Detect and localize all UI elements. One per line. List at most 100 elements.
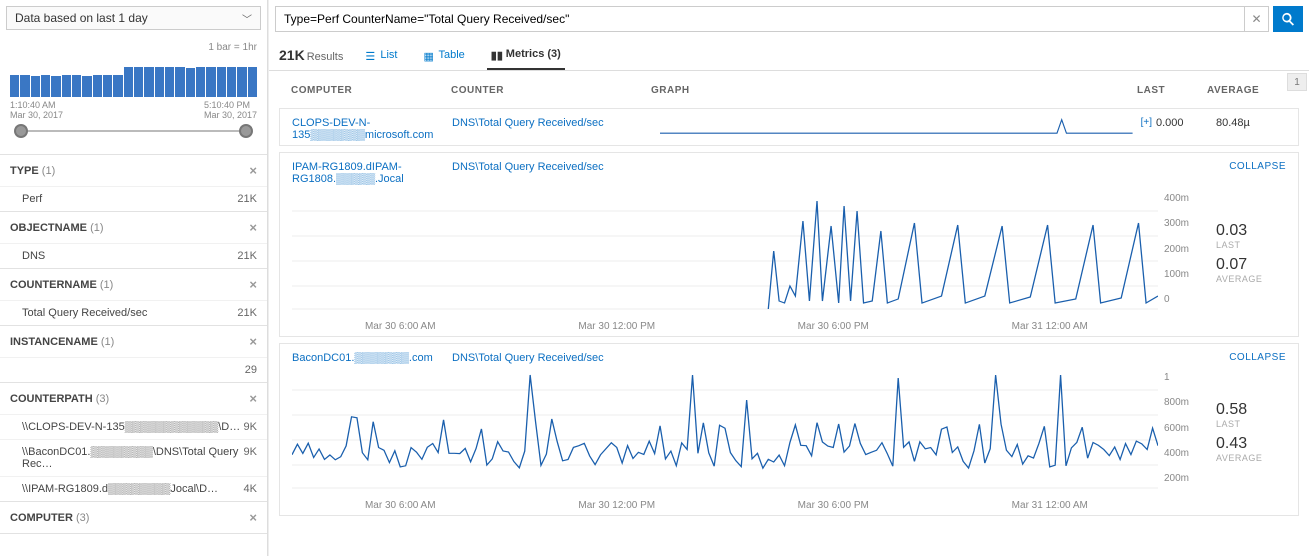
overview-bar[interactable] [103, 75, 112, 97]
search-bar: ✕ [275, 6, 1303, 32]
result-count: 21K [279, 47, 305, 63]
metric-row-collapsed: CLOPS-DEV-N-135▒▒▒▒▒▒▒microsoft.com DNS\… [279, 108, 1299, 146]
time-slider[interactable] [14, 122, 253, 140]
computer-link[interactable]: CLOPS-DEV-N-135▒▒▒▒▒▒▒microsoft.com [292, 117, 452, 141]
overview-bar[interactable] [144, 67, 153, 97]
sparkline [660, 117, 1133, 135]
overview-bar[interactable] [124, 67, 133, 97]
overview-bar[interactable] [20, 75, 29, 97]
x-axis-labels: Mar 30 6:00 AMMar 30 12:00 PMMar 30 6:00… [292, 321, 1286, 332]
col-head-computer: COMPUTER [291, 85, 451, 96]
overview-bar[interactable] [51, 76, 60, 97]
overview-bar[interactable] [113, 75, 122, 97]
overview-bar[interactable] [165, 67, 174, 97]
overview-bar[interactable] [206, 67, 215, 97]
search-icon [1281, 12, 1295, 26]
facet-item[interactable]: Perf21K [0, 186, 267, 211]
facets-list: TYPE (1)×Perf21KOBJECTNAME (1)×DNS21KCOU… [0, 154, 267, 556]
facet-group: OBJECTNAME (1)×DNS21K [0, 212, 267, 269]
overview-bar[interactable] [155, 67, 164, 97]
time-range-dropdown[interactable]: Data based on last 1 day ﹀ [6, 6, 261, 30]
slider-handle-right[interactable] [239, 124, 253, 138]
col-head-last: LAST [1137, 85, 1207, 96]
search-button[interactable] [1273, 6, 1303, 32]
y-axis-labels: 400m300m200m100m0 [1158, 191, 1206, 321]
expand-button[interactable]: [+] [1141, 117, 1152, 128]
x-axis-labels: Mar 30 6:00 AMMar 30 12:00 PMMar 30 6:00… [292, 500, 1286, 511]
facet-header[interactable]: COUNTERNAME (1)× [0, 269, 267, 300]
overview-bar[interactable] [217, 67, 226, 97]
facet-header[interactable]: INSTANCENAME (1)× [0, 326, 267, 357]
facet-header[interactable]: COUNTERPATH (3)× [0, 383, 267, 414]
metric-panel: BaconDC01.▒▒▒▒▒▒▒.com DNS\Total Query Re… [279, 343, 1299, 516]
close-icon[interactable]: × [249, 220, 257, 235]
view-tabs: 21KResults ☰List ▦Table ▮▮Metrics (3) [269, 36, 1309, 71]
overview-histogram: 1 bar = 1hr 1:10:40 AM Mar 30, 2017 5:10… [0, 36, 267, 154]
search-input[interactable] [275, 6, 1245, 32]
page-indicator[interactable]: 1 [1287, 73, 1307, 91]
facet-item[interactable]: Total Query Received/sec21K [0, 300, 267, 325]
facet-header[interactable]: COMPUTER (3)× [0, 502, 267, 533]
tab-metrics[interactable]: ▮▮Metrics (3) [487, 40, 565, 70]
overview-bar[interactable] [134, 67, 143, 97]
overview-bar[interactable] [175, 67, 184, 97]
overview-bar[interactable] [82, 76, 91, 97]
close-icon[interactable]: × [249, 163, 257, 178]
y-axis-labels: 1800m600m400m200m [1158, 370, 1206, 500]
results-content: 1 COMPUTER COUNTER GRAPH LAST AVERAGE CL… [269, 71, 1309, 556]
close-icon[interactable]: × [249, 334, 257, 349]
facet-group: COUNTERNAME (1)×Total Query Received/sec… [0, 269, 267, 326]
stat-last: 0.03 [1216, 222, 1286, 240]
counter-link[interactable]: DNS\Total Query Received/sec [452, 352, 652, 364]
facet-item[interactable]: 29 [0, 357, 267, 382]
facet-header[interactable]: OBJECTNAME (1)× [0, 212, 267, 243]
overview-bars[interactable] [10, 55, 257, 97]
column-headers: COMPUTER COUNTER GRAPH LAST AVERAGE [277, 75, 1301, 102]
facet-header[interactable]: TYPE (1)× [0, 155, 267, 186]
tab-table[interactable]: ▦Table [420, 41, 469, 69]
collapse-button[interactable]: COLLAPSE [1229, 161, 1286, 172]
line-chart[interactable] [292, 370, 1158, 500]
overview-bar[interactable] [10, 75, 19, 97]
overview-bar[interactable] [186, 68, 195, 97]
overview-bar[interactable] [248, 67, 257, 97]
facet-item[interactable]: \\CLOPS-DEV-N-135▒▒▒▒▒▒▒▒▒▒▒▒\D…9K [0, 414, 267, 439]
overview-end-time: 5:10:40 PM [204, 100, 257, 110]
last-value: 0.000 [1156, 117, 1216, 129]
facet-item[interactable]: \\IPAM-RG1809.d▒▒▒▒▒▒▒▒Jocal\D…4K [0, 476, 267, 501]
facet-group: INSTANCENAME (1)×29 [0, 326, 267, 383]
overview-bar[interactable] [62, 75, 71, 97]
facet-item[interactable]: \\BaconDC01.▒▒▒▒▒▒▒▒\DNS\Total Query Rec… [0, 439, 267, 476]
facet-group: COUNTERPATH (3)×\\CLOPS-DEV-N-135▒▒▒▒▒▒▒… [0, 383, 267, 502]
stat-avg: 0.07 [1216, 256, 1286, 274]
table-icon: ▦ [424, 50, 435, 61]
overview-bar[interactable] [227, 67, 236, 97]
col-head-counter: COUNTER [451, 85, 651, 96]
overview-bar[interactable] [72, 75, 81, 97]
stats-box: 0.03 LAST 0.07 AVERAGE [1206, 191, 1286, 321]
overview-bar[interactable] [93, 75, 102, 97]
counter-link[interactable]: DNS\Total Query Received/sec [452, 117, 652, 129]
sidebar: Data based on last 1 day ﹀ 1 bar = 1hr 1… [0, 0, 268, 556]
close-icon[interactable]: × [249, 391, 257, 406]
col-head-average: AVERAGE [1207, 85, 1287, 96]
collapse-button[interactable]: COLLAPSE [1229, 352, 1286, 363]
close-icon[interactable]: × [249, 510, 257, 525]
overview-bar[interactable] [237, 67, 246, 97]
slider-handle-left[interactable] [14, 124, 28, 138]
close-icon[interactable]: × [249, 277, 257, 292]
counter-link[interactable]: DNS\Total Query Received/sec [452, 161, 652, 173]
computer-link[interactable]: IPAM-RG1809.dIPAM-RG1808.▒▒▒▒▒.Jocal [292, 161, 452, 185]
clear-search-button[interactable]: ✕ [1245, 6, 1269, 32]
overview-bar[interactable] [31, 76, 40, 97]
metrics-icon: ▮▮ [491, 49, 502, 60]
overview-bar[interactable] [41, 75, 50, 97]
computer-link[interactable]: BaconDC01.▒▒▒▒▒▒▒.com [292, 352, 452, 364]
facet-item[interactable]: DNS21K [0, 243, 267, 268]
tab-list[interactable]: ☰List [361, 41, 401, 69]
col-head-graph: GRAPH [651, 85, 1137, 96]
overview-bar[interactable] [196, 67, 205, 97]
line-chart[interactable] [292, 191, 1158, 321]
facet-group: COMPUTER (3)× [0, 502, 267, 534]
main-area: ✕ 21KResults ☰List ▦Table ▮▮Metrics (3) … [268, 0, 1309, 556]
